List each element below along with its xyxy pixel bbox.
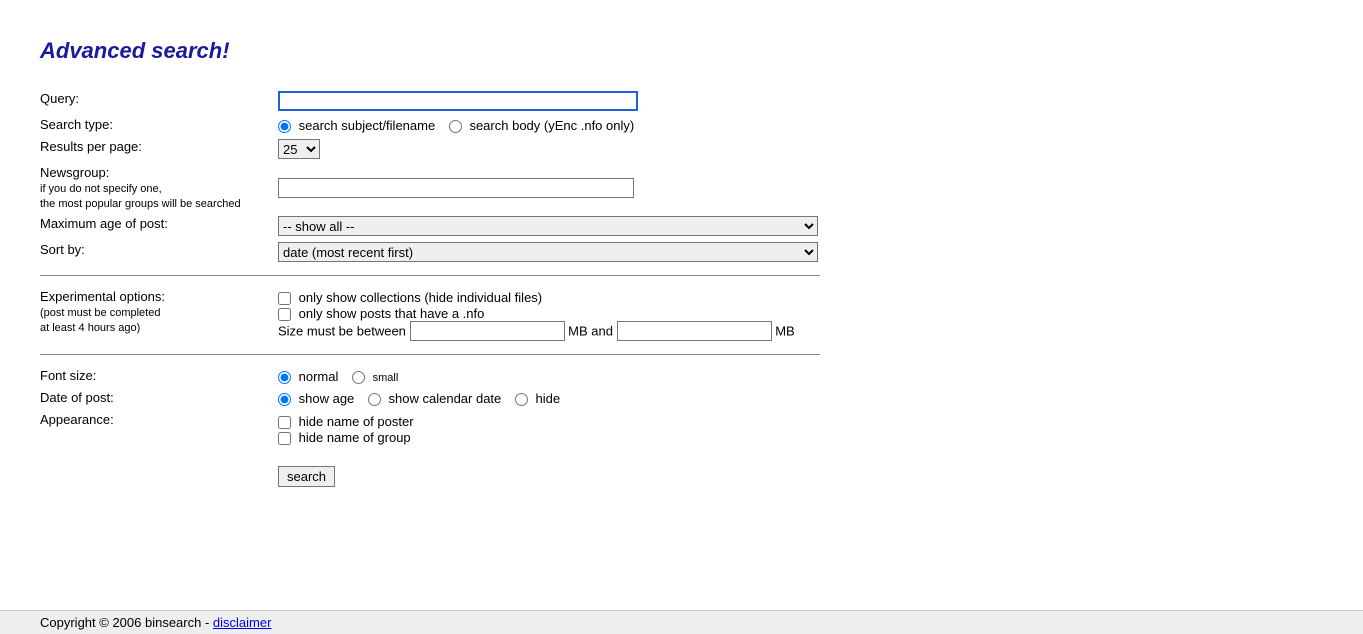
size-max-input[interactable] (617, 321, 772, 341)
checkbox-nfo-label[interactable]: only show posts that have a .nfo (278, 306, 484, 321)
label-max-age: Maximum age of post: (40, 213, 278, 239)
divider (40, 275, 820, 276)
label-results-per-page: Results per page: (40, 136, 278, 162)
size-suffix: MB (775, 324, 795, 339)
radio-show-age-text: show age (299, 391, 355, 406)
checkbox-nfo[interactable] (278, 308, 291, 321)
radio-font-small[interactable] (352, 371, 365, 384)
label-newsgroup: Newsgroup: (40, 165, 109, 180)
radio-hide-date-label[interactable]: hide (515, 391, 560, 406)
radio-font-normal[interactable] (278, 371, 291, 384)
divider (40, 354, 820, 355)
size-min-input[interactable] (410, 321, 565, 341)
radio-show-calendar-label[interactable]: show calendar date (368, 391, 505, 406)
radio-search-body[interactable] (449, 120, 462, 133)
radio-show-calendar[interactable] (368, 393, 381, 406)
radio-show-age[interactable] (278, 393, 291, 406)
footer-copyright: Copyright © 2006 binsearch - (40, 615, 213, 630)
newsgroup-input[interactable] (278, 178, 634, 198)
label-date-of-post: Date of post: (40, 387, 278, 409)
radio-search-subject-label[interactable]: search subject/filename (278, 118, 439, 133)
label-newsgroup-sub2: the most popular groups will be searched (40, 198, 241, 210)
radio-search-body-label[interactable]: search body (yEnc .nfo only) (449, 118, 634, 133)
search-button[interactable]: search (278, 466, 335, 487)
size-mid: MB and (568, 324, 613, 339)
query-input[interactable] (278, 91, 638, 111)
select-sort-by[interactable]: date (most recent first) (278, 242, 818, 262)
radio-search-subject-text: search subject/filename (299, 118, 436, 133)
radio-font-normal-label[interactable]: normal (278, 369, 342, 384)
label-query: Query: (40, 88, 278, 114)
radio-hide-date-text: hide (536, 391, 561, 406)
radio-hide-date[interactable] (515, 393, 528, 406)
page-title: Advanced search! (40, 38, 1323, 64)
checkbox-hide-poster[interactable] (278, 416, 291, 429)
checkbox-hide-group-text: hide name of group (299, 430, 411, 445)
checkbox-collections-text: only show collections (hide individual f… (299, 290, 543, 305)
select-max-age[interactable]: -- show all -- (278, 216, 818, 236)
label-sort-by: Sort by: (40, 239, 278, 265)
label-search-type: Search type: (40, 114, 278, 136)
checkbox-hide-poster-label[interactable]: hide name of poster (278, 414, 414, 429)
radio-font-normal-text: normal (299, 369, 339, 384)
radio-font-small-text: small (373, 372, 399, 384)
radio-search-body-text: search body (yEnc .nfo only) (469, 118, 634, 133)
label-appearance: Appearance: (40, 409, 278, 447)
footer: Copyright © 2006 binsearch - disclaimer (0, 610, 1363, 634)
radio-font-small-label[interactable]: small (352, 369, 398, 384)
checkbox-hide-group[interactable] (278, 432, 291, 445)
label-experimental-sub1: (post must be completed (40, 307, 160, 319)
radio-search-subject[interactable] (278, 120, 291, 133)
checkbox-collections-label[interactable]: only show collections (hide individual f… (278, 290, 542, 305)
label-newsgroup-sub1: if you do not specify one, (40, 183, 162, 195)
footer-disclaimer-link[interactable]: disclaimer (213, 615, 272, 630)
checkbox-hide-group-label[interactable]: hide name of group (278, 430, 411, 445)
size-prefix: Size must be between (278, 324, 406, 339)
label-font-size: Font size: (40, 365, 278, 387)
label-experimental: Experimental options: (40, 289, 165, 304)
radio-show-calendar-text: show calendar date (389, 391, 502, 406)
checkbox-hide-poster-text: hide name of poster (299, 414, 414, 429)
label-experimental-sub2: at least 4 hours ago) (40, 322, 140, 334)
select-results-per-page[interactable]: 25 (278, 139, 320, 159)
checkbox-collections[interactable] (278, 292, 291, 305)
checkbox-nfo-text: only show posts that have a .nfo (299, 306, 485, 321)
radio-show-age-label[interactable]: show age (278, 391, 358, 406)
